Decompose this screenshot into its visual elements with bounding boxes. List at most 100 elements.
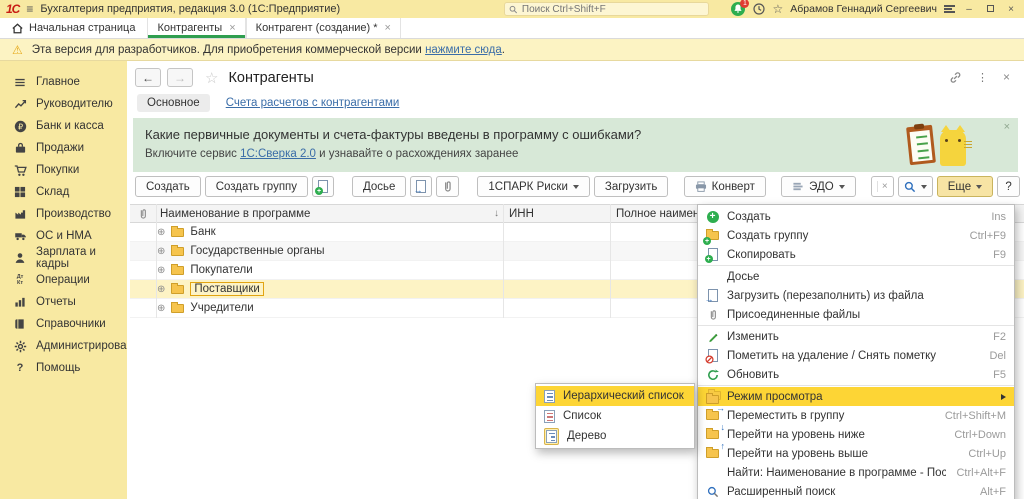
- load-from-file-button[interactable]: →: [410, 176, 432, 197]
- load-button[interactable]: Загрузить: [594, 176, 669, 197]
- menu-item-go-level-up[interactable]: ↑ Перейти на уровень выше Ctrl+Up: [698, 444, 1014, 463]
- sidebar-item-otchety[interactable]: Отчеты: [0, 291, 127, 313]
- column-divider: [156, 204, 157, 318]
- name-column-header[interactable]: Наименование в программе↓: [156, 208, 503, 220]
- forward-button[interactable]: →: [167, 68, 193, 87]
- sidebar-item-operacii[interactable]: ДтКт Операции: [0, 269, 127, 291]
- sidebar-item-zarplata-i-kadry[interactable]: Зарплата и кадры: [0, 247, 127, 269]
- list-search-box[interactable]: ×: [871, 176, 894, 197]
- sidebar-item-rukovoditelyu[interactable]: Руководителю: [0, 93, 127, 115]
- copy-button[interactable]: +: [312, 176, 334, 197]
- create-button[interactable]: Создать: [135, 176, 201, 197]
- sidebar-item-administrirovanie[interactable]: Администрирование: [0, 335, 127, 357]
- menu-item-view-mode[interactable]: Режим просмотра: [698, 387, 1014, 406]
- maximize-button[interactable]: [983, 4, 997, 15]
- warning-icon: ⚠: [12, 43, 23, 57]
- menu-item-attachments[interactable]: Присоединенные файлы: [698, 305, 1014, 324]
- nav-osnovnoe[interactable]: Основное: [137, 94, 210, 112]
- sidebar-item-pomosch[interactable]: ? Помощь: [0, 357, 127, 379]
- sidebar-item-sklad[interactable]: Склад: [0, 181, 127, 203]
- sidebar-item-pokupki[interactable]: Покупки: [0, 159, 127, 181]
- history-button[interactable]: [753, 3, 765, 15]
- user-name[interactable]: Абрамов Геннадий Сергеевич: [790, 3, 937, 15]
- sidebar-item-prodazhi[interactable]: Продажи: [0, 137, 127, 159]
- edo-icon: [792, 181, 804, 192]
- sidebar-item-bank-i-kassa[interactable]: ₽ Банк и касса: [0, 115, 127, 137]
- menu-item-refresh[interactable]: Обновить F5: [698, 365, 1014, 384]
- close-banner-icon[interactable]: ×: [1004, 121, 1010, 133]
- help-button[interactable]: ?: [997, 176, 1020, 197]
- spark-risks-button[interactable]: 1СПАРК Риски: [477, 176, 590, 197]
- menu-item-edit[interactable]: Изменить F2: [698, 327, 1014, 346]
- dossier-button[interactable]: Досье: [352, 176, 406, 197]
- link-icon[interactable]: [949, 71, 962, 84]
- trend-chart-icon: [13, 98, 27, 111]
- tab-home[interactable]: Начальная страница: [0, 18, 147, 38]
- inn-column-header[interactable]: ИНН: [503, 208, 610, 220]
- close-page-icon[interactable]: ×: [1003, 70, 1010, 84]
- developer-warning-bar: ⚠ Эта версия для разработчиков. Для прио…: [0, 39, 1024, 61]
- edo-button[interactable]: ЭДО: [781, 176, 856, 197]
- create-group-button[interactable]: Создать группу: [205, 176, 308, 197]
- more-actions-icon[interactable]: ⋮: [977, 71, 988, 84]
- tab-kontragenty[interactable]: Контрагенты ×: [147, 18, 245, 38]
- attachment-column-header[interactable]: [130, 208, 156, 220]
- menu-item-create[interactable]: + Создать Ins: [698, 207, 1014, 226]
- attachments-button[interactable]: [436, 176, 459, 197]
- maximize-icon: [987, 5, 994, 12]
- search-options-button[interactable]: [898, 176, 933, 197]
- gear-icon: [13, 340, 27, 353]
- favorites-star-icon[interactable]: ☆: [772, 3, 783, 15]
- tab-bar: Начальная страница Контрагенты × Контраг…: [0, 18, 1024, 39]
- expand-icon[interactable]: ⊕: [157, 284, 165, 295]
- close-window-button[interactable]: ×: [1004, 4, 1018, 15]
- sidebar-item-os-i-nma[interactable]: ОС и НМА: [0, 225, 127, 247]
- svg-text:₽: ₽: [17, 122, 22, 131]
- submenu-item-list[interactable]: Список: [536, 406, 694, 426]
- minimize-button[interactable]: –: [962, 4, 976, 15]
- nav-accounts-link[interactable]: Счета расчетов с контрагентами: [226, 97, 400, 109]
- tree-icon: [546, 430, 557, 443]
- tab-kontragent-creation[interactable]: Контрагент (создание) * ×: [246, 18, 401, 38]
- folder-icon: [171, 285, 184, 294]
- favorite-star-icon[interactable]: ☆: [205, 69, 218, 87]
- expand-icon[interactable]: ⊕: [157, 265, 165, 276]
- search-icon: [904, 181, 916, 193]
- menu-item-create-group[interactable]: + Создать группу Ctrl+F9: [698, 226, 1014, 245]
- close-icon[interactable]: ×: [385, 22, 391, 34]
- submenu-item-hierarchical-list[interactable]: Иерархический список: [536, 386, 694, 406]
- folder-icon: [171, 266, 184, 275]
- expand-icon[interactable]: ⊕: [157, 303, 165, 314]
- more-button[interactable]: Еще: [937, 176, 993, 197]
- folder-move-icon: →: [704, 408, 721, 423]
- menu-item-dossier[interactable]: Досье: [698, 267, 1014, 286]
- menu-item-copy[interactable]: + Скопировать F9: [698, 245, 1014, 264]
- debit-credit-icon: ДтКт: [13, 274, 27, 287]
- service-menu-icon[interactable]: [944, 4, 955, 15]
- sidebar-item-glavnoe[interactable]: Главное: [0, 71, 127, 93]
- global-search-box[interactable]: [504, 2, 709, 16]
- sverka-link[interactable]: 1С:Сверка 2.0: [240, 148, 316, 160]
- folder-up-icon: ↑: [704, 446, 721, 461]
- submenu-item-tree[interactable]: Дерево: [536, 426, 694, 446]
- global-search-input[interactable]: [522, 4, 705, 15]
- main-menu-icon[interactable]: ≡: [26, 2, 33, 16]
- expand-icon[interactable]: ⊕: [157, 227, 165, 238]
- menu-item-find[interactable]: Найти: Наименование в программе - Постав…: [698, 463, 1014, 482]
- clear-search-icon[interactable]: ×: [877, 181, 888, 192]
- chevron-down-icon: [839, 185, 845, 189]
- expand-icon[interactable]: ⊕: [157, 246, 165, 257]
- sidebar-item-proizvodstvo[interactable]: Производство: [0, 203, 127, 225]
- folder-icon: [171, 247, 184, 256]
- menu-item-move-to-group[interactable]: → Переместить в группу Ctrl+Shift+M: [698, 406, 1014, 425]
- sidebar-item-spravochniki[interactable]: Справочники: [0, 313, 127, 335]
- notifications-button[interactable]: 1: [731, 2, 746, 17]
- menu-item-mark-deletion[interactable]: Пометить на удаление / Снять пометку Del: [698, 346, 1014, 365]
- purchase-link[interactable]: нажмите сюда: [425, 44, 502, 56]
- menu-item-go-level-down[interactable]: ↓ Перейти на уровень ниже Ctrl+Down: [698, 425, 1014, 444]
- envelope-button[interactable]: Конверт: [684, 176, 766, 197]
- close-icon[interactable]: ×: [229, 22, 235, 34]
- menu-item-advanced-search[interactable]: Расширенный поиск Alt+F: [698, 482, 1014, 499]
- menu-item-load-from-file[interactable]: → Загрузить (перезаполнить) из файла: [698, 286, 1014, 305]
- back-button[interactable]: ←: [135, 68, 161, 87]
